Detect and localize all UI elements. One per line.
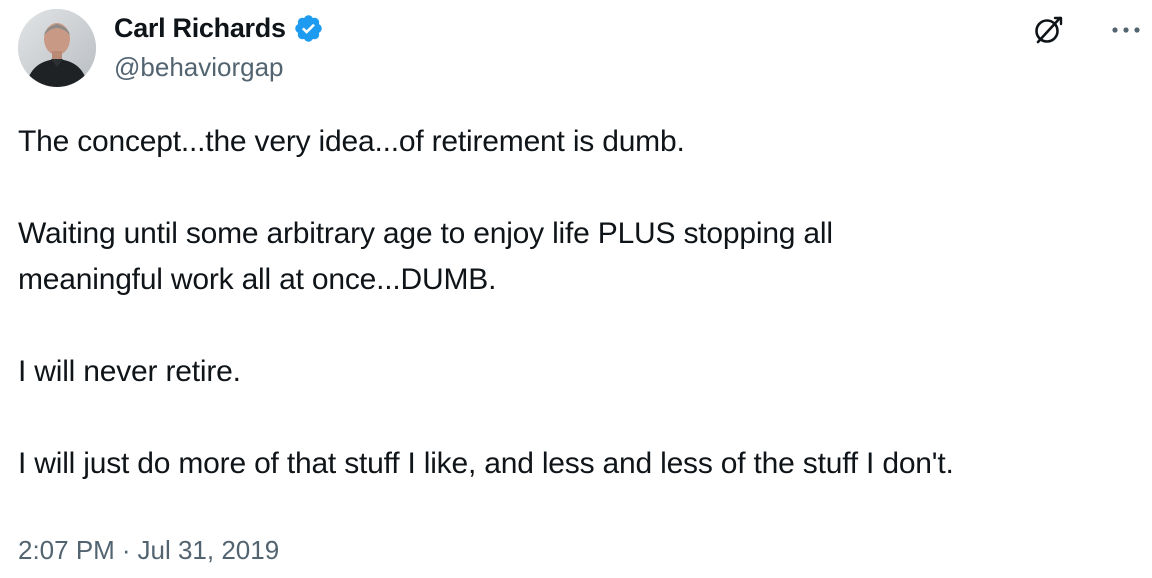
tweet-paragraph: The concept...the very idea...of retirem… xyxy=(18,125,685,158)
tweet-paragraph: meaningful work all at once...DUMB. xyxy=(18,263,497,296)
tweet-paragraph: Waiting until some arbitrary age to enjo… xyxy=(18,217,833,250)
tweet-paragraph: I will never retire. xyxy=(18,355,241,388)
author-handle[interactable]: @behaviorgap xyxy=(114,52,284,83)
tweet-date[interactable]: Jul 31, 2019 xyxy=(138,535,280,566)
more-options-icon[interactable] xyxy=(1109,15,1143,45)
author-name-row: Carl Richards xyxy=(114,11,324,45)
avatar-image xyxy=(18,9,96,87)
tweet-text: The concept...the very idea...of retirem… xyxy=(18,119,1138,487)
author-avatar[interactable] xyxy=(18,9,96,87)
tweet-timestamp: 2:07 PM · Jul 31, 2019 xyxy=(18,535,279,566)
timestamp-separator: · xyxy=(121,535,131,565)
tweet-card: Carl Richards @behaviorgap The concept..… xyxy=(0,0,1152,578)
author-display-name[interactable]: Carl Richards xyxy=(114,13,286,44)
tweet-time[interactable]: 2:07 PM xyxy=(18,535,115,566)
tweet-paragraph: I will just do more of that stuff I like… xyxy=(18,447,954,480)
verified-badge-icon xyxy=(293,13,324,44)
grok-icon[interactable] xyxy=(1031,13,1065,47)
